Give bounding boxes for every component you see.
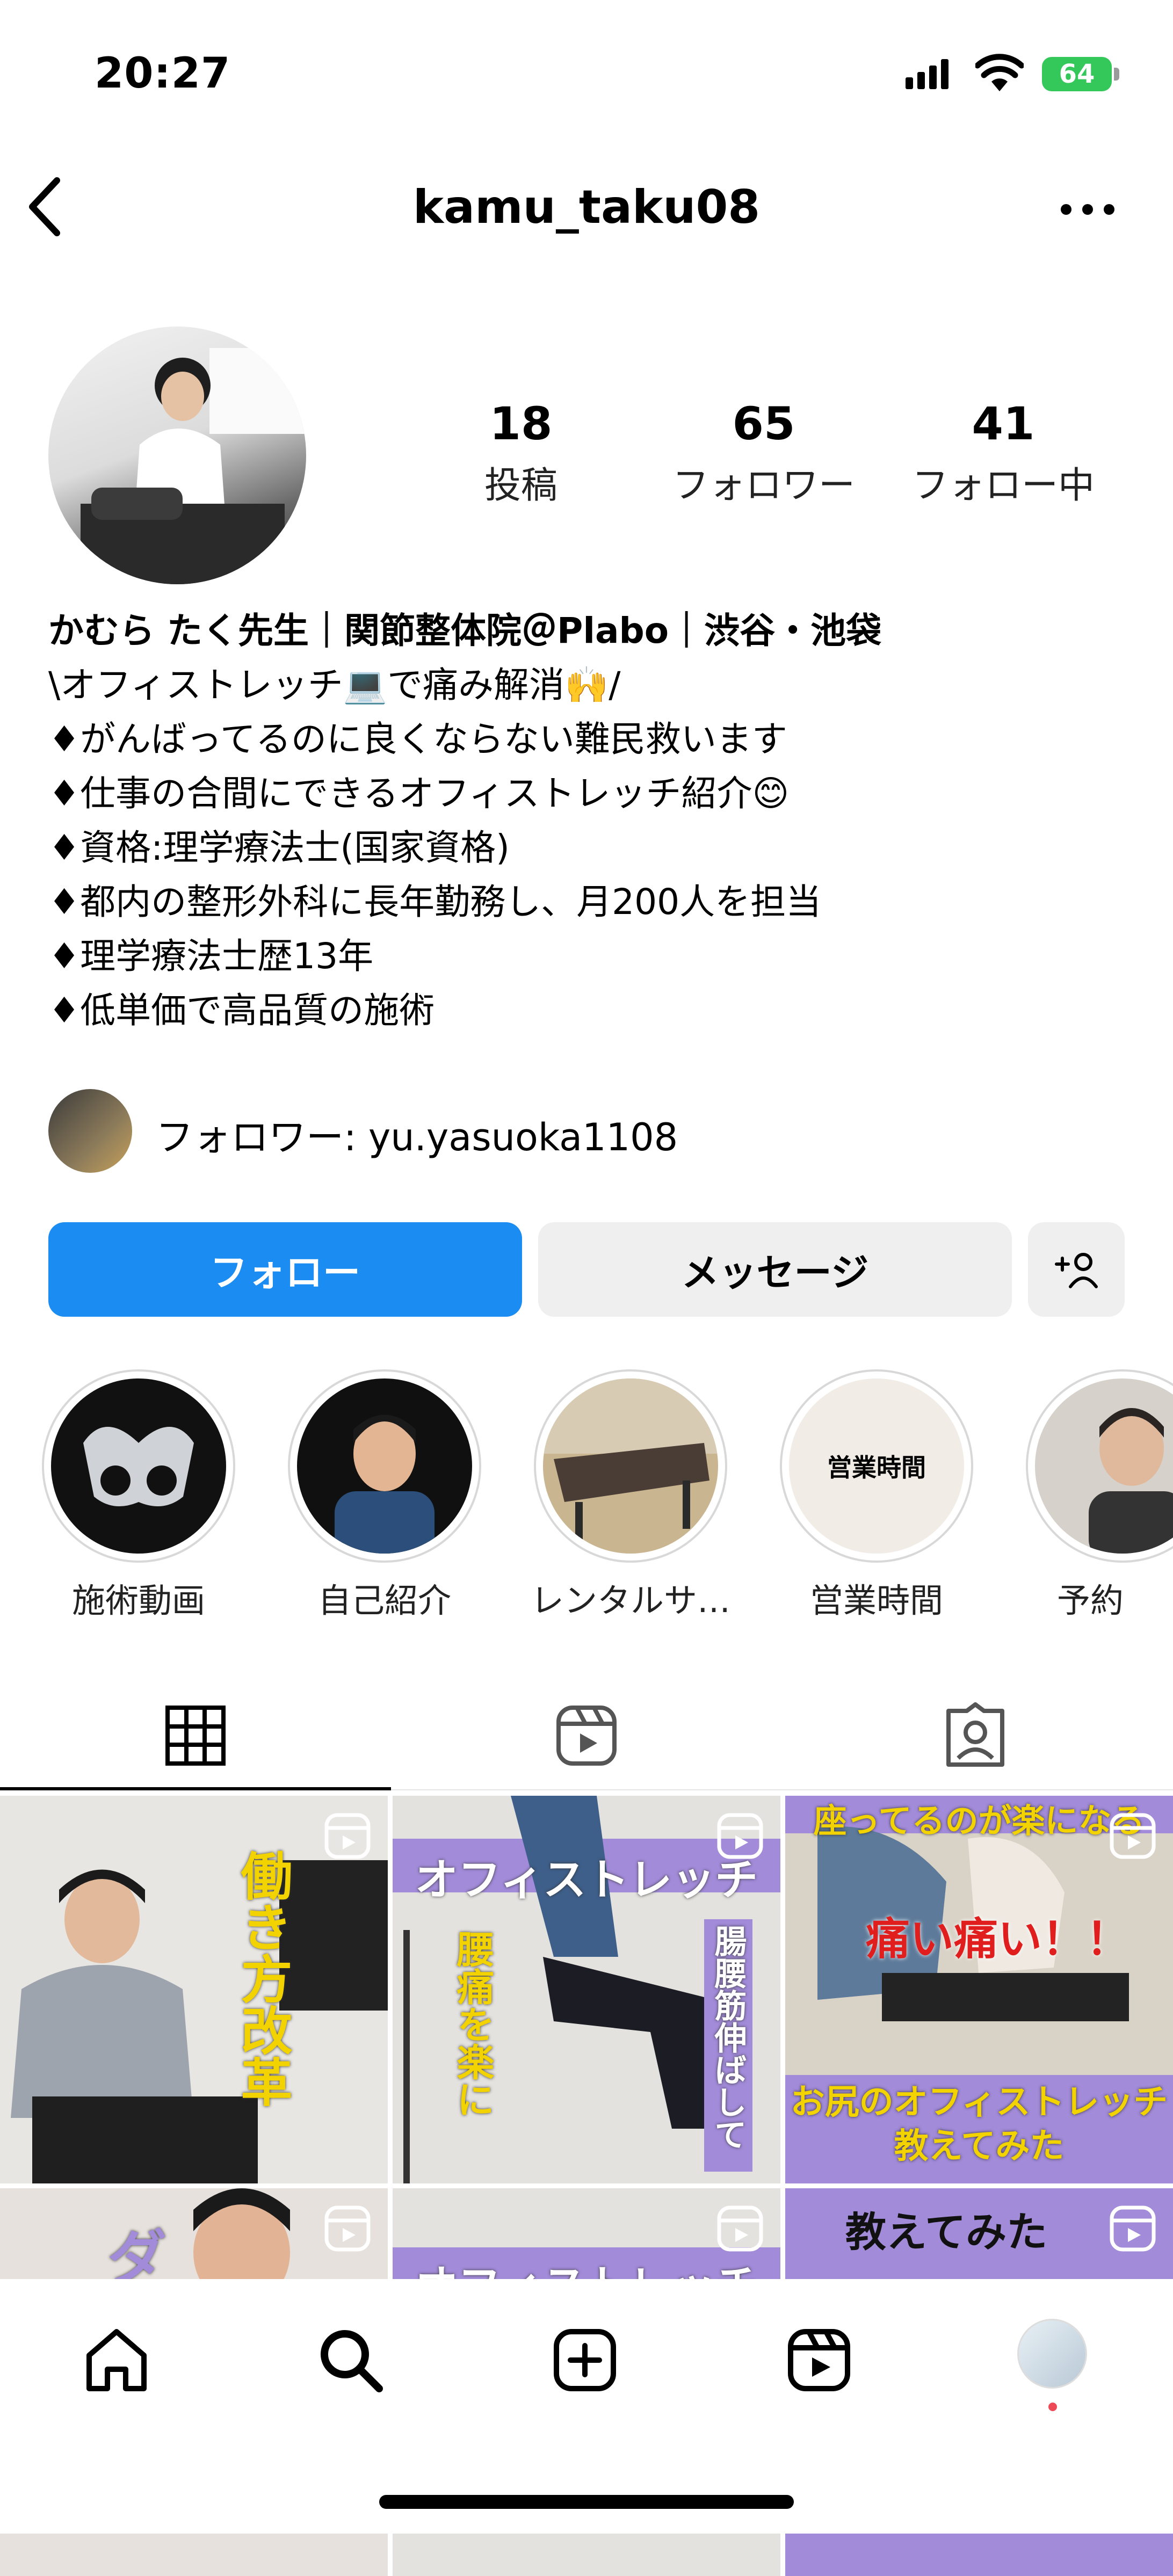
- stat-posts-label: 投稿: [484, 465, 557, 507]
- reels-tab-icon[interactable]: [553, 1702, 620, 1769]
- stat-following[interactable]: 41 フォロー中: [890, 397, 1116, 509]
- post-overlay-text: 腰痛を楽に: [451, 1930, 495, 2118]
- bio-line: ♦低単価で高品質の施術: [48, 990, 435, 1031]
- create-icon[interactable]: [550, 2325, 620, 2395]
- reel-badge-icon: [1110, 1813, 1156, 1859]
- stat-followers-count: 65: [732, 397, 795, 450]
- bio-line: ♦都内の整形外科に長年勤務し、月200人を担当: [48, 881, 822, 923]
- stat-followers[interactable]: 65 フォロワー: [651, 397, 877, 509]
- add-person-icon: [1055, 1253, 1098, 1288]
- post-overlay-text: 働き方改革: [232, 1849, 292, 2107]
- reservation-photo: [1089, 1408, 1173, 1554]
- tagged-icon[interactable]: [942, 1702, 1009, 1769]
- bio-line: \オフィストレッチ💻で痛み解消🙌/: [48, 664, 621, 706]
- profile-avatar[interactable]: [1017, 2319, 1087, 2389]
- highlight-rental[interactable]: [534, 1369, 727, 1563]
- reel-badge-icon: [717, 2205, 763, 2252]
- reel-badge-icon: [324, 2205, 371, 2252]
- post-banner-text: 教えてみた: [845, 2208, 1048, 2256]
- follow-button[interactable]: フォロー: [48, 1222, 522, 1317]
- add-person-button[interactable]: [1028, 1222, 1125, 1317]
- search-icon[interactable]: [316, 2325, 386, 2395]
- reel-badge-icon: [324, 1813, 371, 1859]
- status-time: 20:27: [95, 49, 231, 98]
- home-icon[interactable]: [82, 2325, 151, 2395]
- self-intro-photo: [335, 1414, 435, 1554]
- highlight-treatment-videos[interactable]: [42, 1369, 235, 1563]
- highlight-label: 営業時間: [809, 1581, 943, 1620]
- follower-avatar[interactable]: [48, 1089, 132, 1173]
- cellular-signal-icon: [906, 59, 948, 89]
- battery-tip: [1114, 68, 1119, 81]
- active-tab-indicator: [0, 1787, 391, 1790]
- stat-posts-count: 18: [489, 397, 553, 450]
- battery-indicator: 64: [1042, 57, 1112, 91]
- bio-name: かむら たく先生｜関節整体院＠Plabo｜渋谷・池袋: [48, 610, 882, 651]
- avatar-photo: [81, 348, 306, 584]
- stat-posts[interactable]: 18 投稿: [408, 397, 634, 509]
- post-overlay-line: 教えてみた: [894, 2127, 1065, 2166]
- grid-icon[interactable]: [162, 1702, 229, 1769]
- notification-dot: [1048, 2403, 1057, 2411]
- highlight-cover: [1035, 1378, 1173, 1554]
- highlight-cover: [297, 1378, 472, 1554]
- post-overlay-text: お尻のオフィストレッチ 教えてみた: [785, 2080, 1173, 2168]
- bio-line: ♦理学療法士歴13年: [48, 935, 374, 977]
- reel-badge-icon: [717, 1813, 763, 1859]
- highlight-label: 施術動画: [71, 1581, 205, 1620]
- stat-following-count: 41: [972, 397, 1035, 450]
- highlight-cover: [51, 1378, 226, 1554]
- post-thumbnail[interactable]: 働き方改革: [0, 1796, 388, 2183]
- post-overlay-line: お尻のオフィストレッチ: [790, 2082, 1168, 2122]
- profile-avatar[interactable]: [48, 326, 306, 584]
- stat-followers-label: フォロワー: [672, 465, 855, 507]
- post-overlay-text: 痛い痛い！！: [866, 1914, 1131, 1965]
- highlight-label: 予約: [1056, 1581, 1124, 1620]
- bio-line: ♦仕事の合間にできるオフィストレッチ紹介😊: [48, 773, 790, 814]
- post-overlay-text: 腸腰筋伸ばして: [709, 1925, 747, 2150]
- stat-following-label: フォロー中: [911, 465, 1095, 507]
- followed-by-text[interactable]: フォロワー: yu.yasuoka1108: [156, 1107, 678, 1162]
- reel-badge-icon: [1110, 2205, 1156, 2252]
- more-options-icon[interactable]: [1058, 199, 1117, 220]
- highlight-reservation[interactable]: [1026, 1369, 1173, 1563]
- wifi-icon: [975, 54, 1024, 91]
- highlight-label: 自己紹介: [317, 1581, 451, 1620]
- highlight-self-intro[interactable]: [288, 1369, 481, 1563]
- message-button[interactable]: メッセージ: [538, 1222, 1012, 1317]
- highlight-label: レンタルサ…: [530, 1581, 730, 1620]
- profile-username: kamu_taku08: [412, 180, 761, 234]
- pelvis-image: [83, 1427, 194, 1506]
- post-thumbnail[interactable]: 座ってるのが楽になる 痛い痛い！！ お尻のオフィストレッチ 教えてみた: [785, 1796, 1173, 2183]
- post-thumbnail[interactable]: オフィストレッチ 腰痛を楽に 腸腰筋伸ばして: [393, 1796, 780, 2183]
- highlight-business-hours[interactable]: 営業時間: [780, 1369, 973, 1563]
- highlight-cover: [543, 1378, 718, 1554]
- highlight-cover: 営業時間: [789, 1378, 964, 1554]
- profile-bio: かむら たく先生｜関節整体院＠Plabo｜渋谷・池袋 \オフィストレッチ💻で痛み…: [48, 604, 1128, 1037]
- bio-line: ♦資格:理学療法士(国家資格): [48, 827, 510, 868]
- bio-line: ♦がんばってるのに良くならない難民救います: [48, 719, 787, 760]
- rental-bed-photo: [543, 1378, 718, 1545]
- highlight-cover-text: 営業時間: [827, 1453, 926, 1482]
- reels-icon[interactable]: [784, 2325, 854, 2395]
- home-indicator: [379, 2495, 794, 2509]
